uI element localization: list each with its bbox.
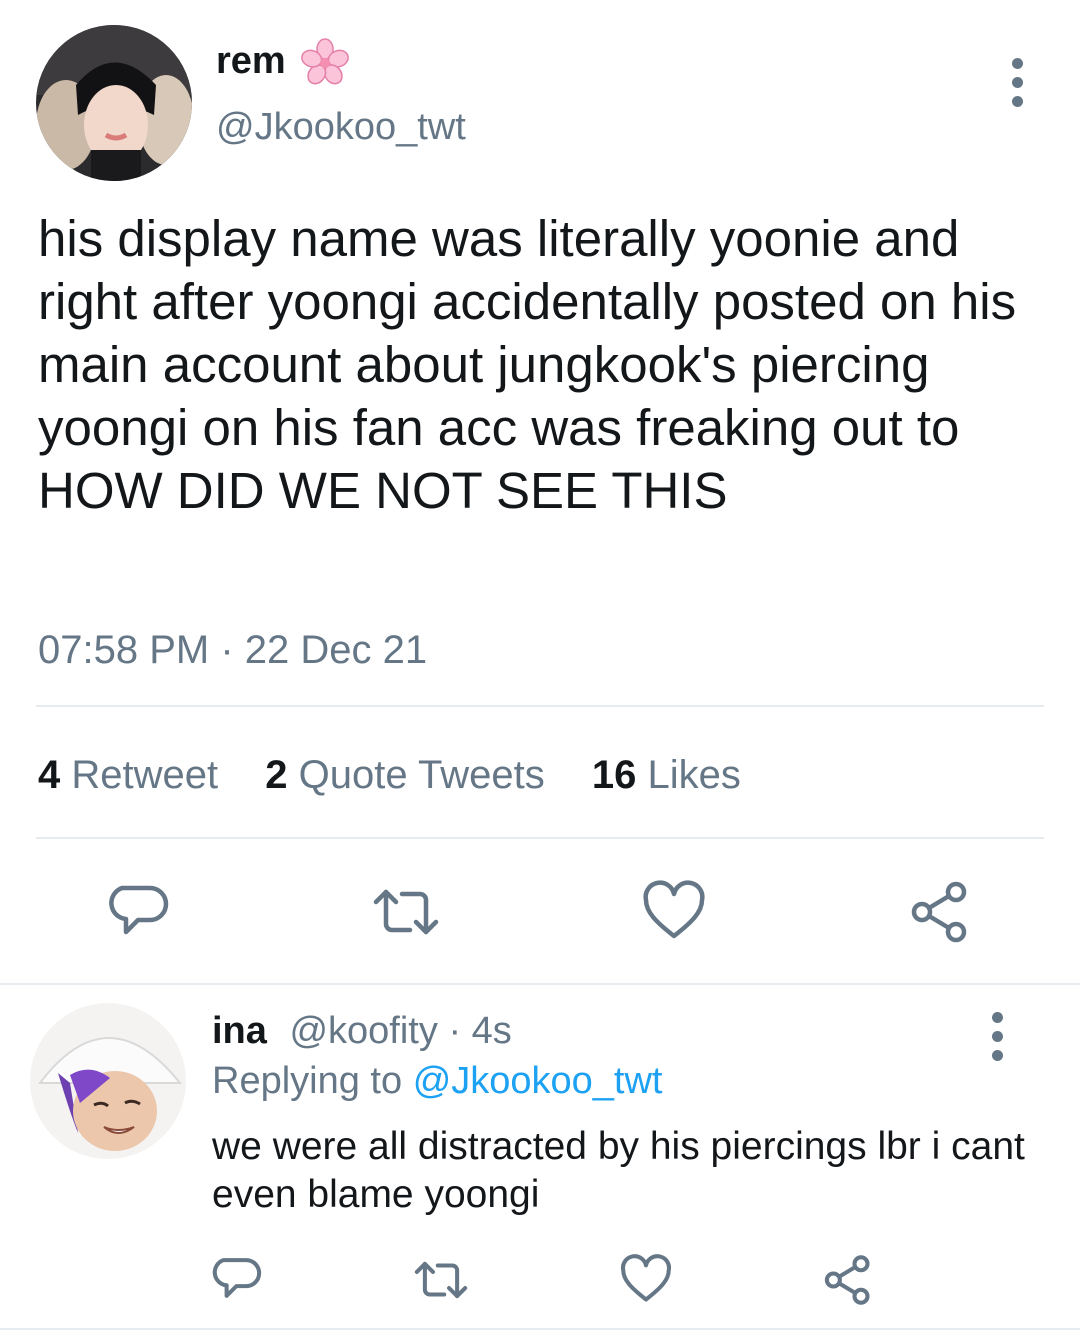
retweet-icon[interactable] — [370, 880, 442, 944]
share-icon[interactable] — [908, 880, 972, 944]
replying-to-label: Replying to — [212, 1060, 403, 1102]
author-avatar[interactable] — [36, 25, 192, 181]
reply-comment-icon[interactable] — [212, 1252, 264, 1304]
meta-separator: · — [220, 628, 234, 672]
author-handle[interactable]: @Jkookoo_twt — [216, 106, 466, 149]
heart-icon[interactable] — [642, 880, 706, 944]
reply-retweet-icon[interactable] — [412, 1254, 470, 1306]
replying-to: Replying to @Jkookoo_twt — [212, 1060, 663, 1103]
reply-age[interactable]: 4s — [472, 1010, 512, 1052]
reply-header: ina @koofity · 4s — [212, 1010, 512, 1053]
divider — [36, 705, 1044, 707]
author-name[interactable]: rem — [216, 40, 286, 83]
divider — [36, 837, 1044, 839]
meta-separator: · — [448, 1010, 462, 1052]
like-count-link[interactable]: 16 Likes — [592, 753, 741, 797]
reply-text: we were all distracted by his piercings … — [212, 1125, 1025, 1216]
comment-icon[interactable] — [108, 878, 172, 942]
reply-author-handle[interactable]: @koofity — [289, 1010, 437, 1052]
replying-to-handle-link[interactable]: @Jkookoo_twt — [413, 1060, 663, 1102]
divider — [0, 983, 1080, 985]
tweet-timestamp[interactable]: 07:58 PM · 22 Dec 21 — [38, 628, 427, 673]
tweet-stats: 4 Retweet 2 Quote Tweets 16 Likes — [38, 753, 777, 798]
tweet-time: 07:58 PM — [38, 628, 210, 672]
reply-heart-icon[interactable] — [620, 1254, 672, 1306]
reply-more-options-icon[interactable] — [992, 1012, 1004, 1061]
tweet-date: 22 Dec 21 — [244, 628, 428, 672]
more-options-icon[interactable] — [1012, 58, 1024, 107]
reply-author-name[interactable]: ina — [212, 1010, 267, 1052]
divider — [0, 1328, 1080, 1330]
tweet-text: his display name was literally yoonie an… — [38, 210, 1017, 519]
cherry-blossom-badge-icon — [300, 38, 350, 88]
quote-count-link[interactable]: 2 Quote Tweets — [265, 753, 544, 797]
reply-author-avatar[interactable] — [30, 1003, 186, 1159]
reply-share-icon[interactable] — [822, 1254, 874, 1306]
retweet-count-link[interactable]: 4 Retweet — [38, 753, 218, 797]
